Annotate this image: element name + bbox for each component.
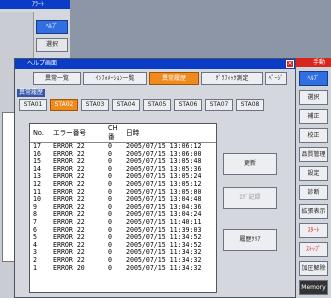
sidebar-stop-button[interactable]: ｽﾄｯﾌﾟ (299, 242, 328, 257)
row-error: ERROR 20 (53, 263, 85, 272)
sidebar-expand-button[interactable]: 拡張表示 (299, 204, 328, 219)
bg-select-button[interactable]: 選択 (36, 38, 68, 52)
error-history-list[interactable]: No. エラー番号 CH番 日時 17 ERROR 22 0 2005/07/15 1… (29, 123, 217, 293)
tab-sta08[interactable]: STA08 (236, 99, 264, 111)
row-ch: 0 (108, 263, 112, 272)
sidebar-quality-button[interactable]: 品質管理 (299, 147, 328, 162)
tab-sta04[interactable]: STA04 (112, 99, 140, 111)
tab-sta05[interactable]: STA05 (143, 99, 171, 111)
tab-sta02[interactable]: STA02 (50, 99, 78, 111)
column-header-error: エラー番号 (52, 124, 107, 143)
window-title-bar: ヘルプ画面 × (15, 59, 295, 69)
tab-sta06[interactable]: STA06 (174, 99, 202, 111)
tab-graphic-measure[interactable]: ｸﾞﾗﾌｨｯｸ測定 (201, 72, 263, 85)
help-window: ヘルプ画面 × 異常一覧 ｲﾝﾌｫﾒｰｼｮﾝ一覧 異常履歴 ｸﾞﾗﾌｨｯｸ測定 … (14, 58, 296, 298)
sidebar-memory-button[interactable]: Memory (299, 280, 328, 295)
row-datetime: 2005/07/15 11:34:32 (126, 263, 202, 272)
sidebar: 手動 ﾍﾙﾌﾟ 選択 補正 校正 品質管理 設定 診断 拡張表示 ｽﾀｰﾄ ｽﾄ… (296, 58, 331, 298)
tab-sta07[interactable]: STA07 (205, 99, 233, 111)
refresh-button[interactable]: 更新 (223, 153, 277, 175)
station-tabs: STA01 STA02 STA03 STA04 STA05 STA06 STA0… (19, 99, 264, 111)
window-title: ヘルプ画面 (27, 60, 58, 67)
tab-error-list[interactable]: 異常一覧 (33, 72, 81, 85)
sidebar-title: 手動 (296, 58, 331, 67)
sidebar-correction-button[interactable]: 補正 (299, 109, 328, 124)
tab-sta01[interactable]: STA01 (19, 99, 47, 111)
log-record-button[interactable]: ﾛｸﾞ記録 (223, 187, 277, 209)
column-header-no: No. (30, 124, 52, 143)
tab-sta03[interactable]: STA03 (81, 99, 109, 111)
column-header-ch: CH番 (107, 124, 125, 143)
sidebar-help-button[interactable]: ﾍﾙﾌﾟ (299, 71, 328, 86)
column-header-datetime: 日時 (125, 124, 216, 143)
sidebar-settings-button[interactable]: 設定 (299, 166, 328, 181)
sidebar-diagnosis-button[interactable]: 診断 (299, 185, 328, 200)
close-icon[interactable]: × (286, 60, 294, 68)
tab-page[interactable]: ﾍﾟｰｼﾞ (265, 72, 287, 85)
tab-error-history[interactable]: 異常履歴 (149, 72, 199, 85)
section-label: 異常履歴 (17, 89, 46, 97)
background-window-title: ｱﾗｰﾄ (0, 0, 70, 9)
toolbar: 異常一覧 ｲﾝﾌｫﾒｰｼｮﾝ一覧 異常履歴 ｸﾞﾗﾌｨｯｸ測定 ﾍﾟｰｼﾞ (33, 72, 287, 85)
table-row[interactable]: 1 ERROR 20 0 2005/07/15 11:34:32 (30, 263, 216, 273)
sidebar-select-button[interactable]: 選択 (299, 90, 328, 105)
clear-history-button[interactable]: 履歴ｸﾘｱ (223, 229, 277, 251)
sidebar-calibration-button[interactable]: 校正 (299, 128, 328, 143)
sidebar-release-button[interactable]: 加圧解除 (299, 261, 328, 276)
bg-help-button[interactable]: ﾍﾙﾌﾟ (36, 20, 68, 34)
tab-info-list[interactable]: ｲﾝﾌｫﾒｰｼｮﾝ一覧 (83, 72, 147, 85)
sidebar-start-button[interactable]: ｽﾀｰﾄ (299, 223, 328, 238)
row-no: 1 (33, 263, 37, 272)
